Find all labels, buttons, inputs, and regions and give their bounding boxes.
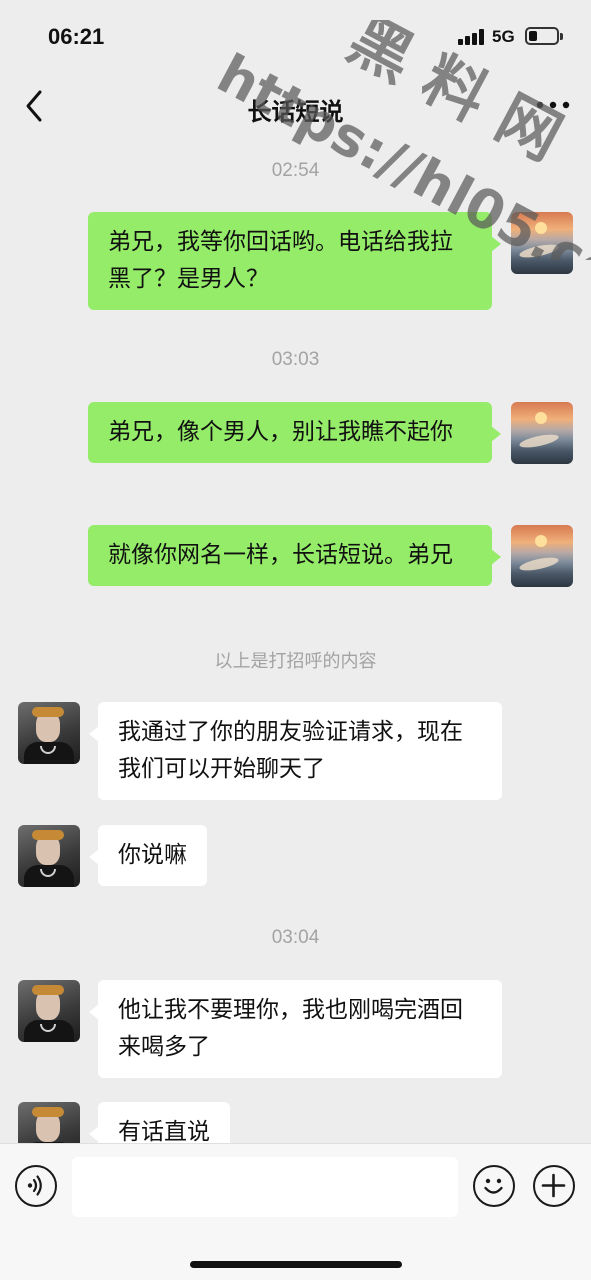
friend-avatar[interactable] [18, 702, 80, 764]
friend-avatar[interactable] [18, 825, 80, 887]
message-bubble-outgoing[interactable]: 就像你网名一样，长话短说。弟兄 [88, 525, 501, 586]
my-avatar[interactable] [511, 402, 573, 464]
voice-icon [27, 1175, 42, 1196]
chat-title: 长话短说 [247, 98, 344, 126]
plus-button[interactable] [533, 1165, 575, 1207]
status-bar: 06:21 5G [0, 0, 591, 72]
status-time: 06:21 [48, 24, 105, 49]
my-avatar[interactable] [511, 525, 573, 587]
friend-avatar[interactable] [18, 980, 80, 1042]
my-avatar[interactable] [511, 212, 573, 274]
emoji-icon [484, 1178, 503, 1194]
timestamp: 02:54 [271, 160, 320, 181]
message-bubble-outgoing[interactable]: 弟兄，像个男人，别让我瞧不起你 [88, 402, 501, 463]
voice-button[interactable] [15, 1165, 57, 1207]
plus-icon [541, 1173, 566, 1198]
message-bubble-incoming[interactable]: 我通过了你的朋友验证请求，现在我们可以开始聊天了 [89, 702, 502, 800]
more-button[interactable] [535, 90, 571, 120]
network-label: 5G [492, 27, 515, 46]
message-bubble-incoming[interactable]: 他让我不要理你，我也刚喝完酒回来喝多了 [89, 980, 502, 1078]
timestamp: 03:03 [271, 349, 320, 370]
chat-area[interactable]: 02:54 弟兄，我等你回话哟。电话给我拉黑了？是男人？ 03:03 弟兄，像个… [0, 140, 591, 1143]
message-input[interactable] [72, 1157, 458, 1217]
more-dots-icon [536, 101, 570, 109]
home-indicator[interactable] [190, 1261, 402, 1268]
message-bubble-outgoing[interactable]: 弟兄，我等你回话哟。电话给我拉黑了？是男人？ [88, 212, 501, 310]
message-bubble-incoming[interactable]: 你说嘛 [89, 825, 207, 886]
message-bubble-incoming[interactable]: 有话直说 [89, 1102, 230, 1143]
emoji-button[interactable] [473, 1165, 515, 1207]
chat-header: 长话短说 [0, 72, 591, 140]
system-notice: 以上是打招呼的内容 [214, 651, 377, 672]
friend-avatar[interactable] [18, 1102, 80, 1143]
battery-icon [525, 27, 563, 45]
input-bar [0, 1143, 591, 1280]
timestamp: 03:04 [271, 927, 320, 948]
signal-icon [458, 29, 486, 45]
